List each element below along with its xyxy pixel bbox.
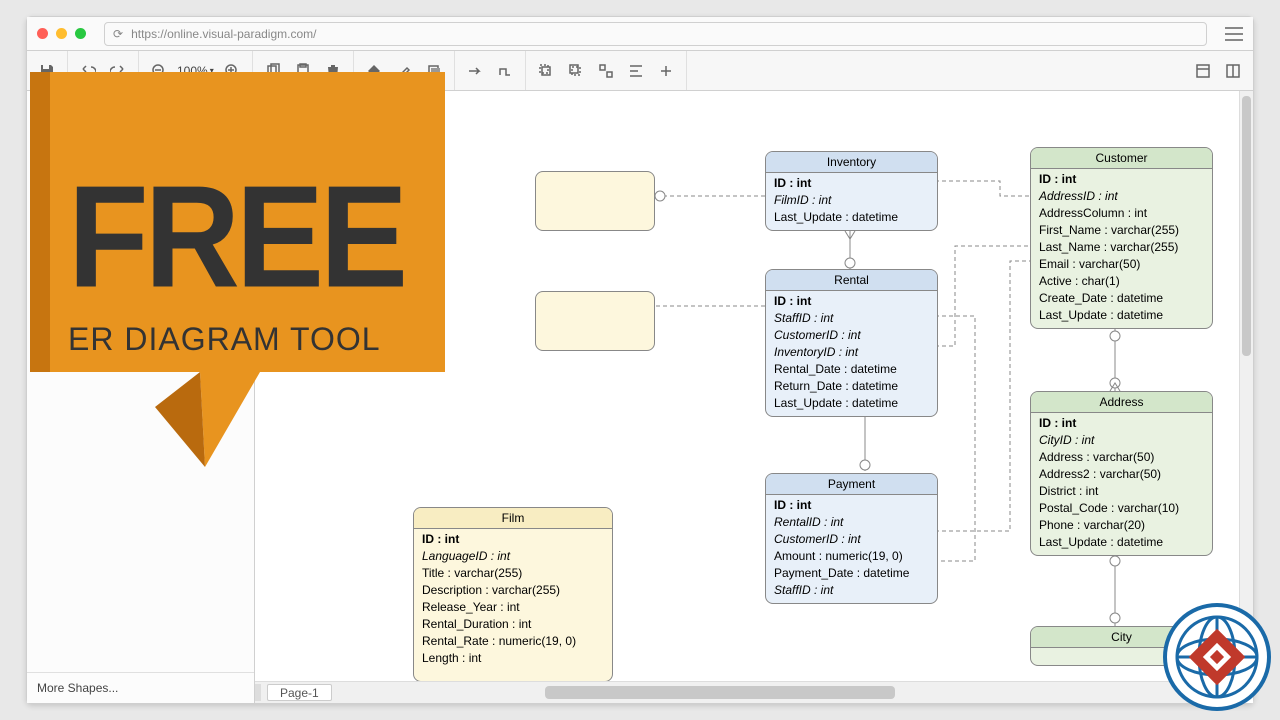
entity-field: StaffID : int <box>774 582 929 599</box>
entity-field: CustomerID : int <box>774 327 929 344</box>
delete-button[interactable] <box>319 57 347 85</box>
entity-field: Payment_Date : datetime <box>774 565 929 582</box>
entity-field: ID : int <box>774 497 929 514</box>
entity-field: Rental_Duration : int <box>422 616 604 633</box>
zoom-level[interactable]: 100%▾ <box>175 64 216 78</box>
save-button[interactable] <box>33 57 61 85</box>
entity-field: LanguageID : int <box>422 548 604 565</box>
panel-toggle-1-button[interactable] <box>1189 57 1217 85</box>
sidebar: Se En More Shapes... <box>27 91 255 703</box>
entity-field: Create_Date : datetime <box>1039 290 1204 307</box>
paste-button[interactable] <box>289 57 317 85</box>
fill-color-button[interactable] <box>360 57 388 85</box>
entity-field: Active : char(1) <box>1039 273 1204 290</box>
entity-hidden-2[interactable] <box>535 291 655 351</box>
toolbar: 100%▾ <box>27 51 1253 91</box>
entity-field: ID : int <box>1039 171 1204 188</box>
to-back-button[interactable] <box>562 57 590 85</box>
entity-field: Last_Name : varchar(255) <box>1039 239 1204 256</box>
entity-field: Last_Update : datetime <box>1039 307 1204 324</box>
entity-field: ID : int <box>774 293 929 310</box>
entity-field: CityID : int <box>1039 432 1204 449</box>
entity-title: Rental <box>766 270 937 291</box>
entity-field: ID : int <box>774 175 929 192</box>
entity-field: InventoryID : int <box>774 344 929 361</box>
browser-chrome: ⟳ https://online.visual-paradigm.com/ <box>27 17 1253 51</box>
more-shapes-button[interactable]: More Shapes... <box>27 672 254 703</box>
group-button[interactable] <box>592 57 620 85</box>
entity-field: StaffID : int <box>774 310 929 327</box>
canvas[interactable]: Inventory ID : intFilmID : intLast_Updat… <box>255 91 1253 703</box>
copy-button[interactable] <box>259 57 287 85</box>
entity-title: Inventory <box>766 152 937 173</box>
window-maximize-icon[interactable] <box>75 28 86 39</box>
zoom-out-button[interactable] <box>145 57 173 85</box>
shadow-button[interactable] <box>420 57 448 85</box>
entity-field: Title : varchar(255) <box>422 565 604 582</box>
app-window: ⟳ https://online.visual-paradigm.com/ 10… <box>26 16 1254 704</box>
horizontal-scrollbar[interactable]: Page-1 <box>255 681 1239 703</box>
entity-field: Phone : varchar(20) <box>1039 517 1204 534</box>
line-color-button[interactable] <box>390 57 418 85</box>
entity-title: Film <box>414 508 612 529</box>
vertical-scrollbar[interactable] <box>1239 91 1253 681</box>
entity-hidden-1[interactable] <box>535 171 655 231</box>
entity-field: ID : int <box>422 531 604 548</box>
entity-field: Rental_Date : datetime <box>774 361 929 378</box>
entity-payment[interactable]: Payment ID : intRentalID : intCustomerID… <box>765 473 938 604</box>
entity-field: FilmID : int <box>774 192 929 209</box>
entity-film[interactable]: Film ID : intLanguageID : intTitle : var… <box>413 507 613 682</box>
entity-field: Last_Update : datetime <box>774 395 929 412</box>
zoom-in-button[interactable] <box>218 57 246 85</box>
waypoint-style-button[interactable] <box>491 57 519 85</box>
align-button[interactable] <box>622 57 650 85</box>
shape-palette <box>27 153 254 179</box>
reload-icon[interactable]: ⟳ <box>113 27 123 41</box>
entity-shape-yellow[interactable] <box>35 157 65 175</box>
entity-field: Amount : numeric(19, 0) <box>774 548 929 565</box>
entity-field: AddressColumn : int <box>1039 205 1204 222</box>
window-close-icon[interactable] <box>37 28 48 39</box>
entity-title: Payment <box>766 474 937 495</box>
entity-rental[interactable]: Rental ID : intStaffID : intCustomerID :… <box>765 269 938 417</box>
entity-field: Return_Date : datetime <box>774 378 929 395</box>
add-button[interactable] <box>652 57 680 85</box>
entity-field: First_Name : varchar(255) <box>1039 222 1204 239</box>
url-text: https://online.visual-paradigm.com/ <box>131 27 316 41</box>
entity-field: CustomerID : int <box>774 531 929 548</box>
entity-title: Address <box>1031 392 1212 413</box>
redo-button[interactable] <box>104 57 132 85</box>
entity-customer[interactable]: Customer ID : intAddressID : intAddressC… <box>1030 147 1213 329</box>
entity-field: Address2 : varchar(50) <box>1039 466 1204 483</box>
entity-field: District : int <box>1039 483 1204 500</box>
entity-field: Rental_Rate : numeric(19, 0) <box>422 633 604 650</box>
brand-logo-icon <box>1162 602 1272 712</box>
search-input[interactable]: Se <box>33 97 248 121</box>
entity-field: Address : varchar(50) <box>1039 449 1204 466</box>
connector-style-button[interactable] <box>461 57 489 85</box>
panel-toggle-2-button[interactable] <box>1219 57 1247 85</box>
to-front-button[interactable] <box>532 57 560 85</box>
page-tab[interactable]: Page-1 <box>267 684 332 701</box>
shape-category[interactable]: En <box>27 127 254 153</box>
entity-field: AddressID : int <box>1039 188 1204 205</box>
menu-icon[interactable] <box>1225 27 1243 41</box>
entity-field: Last_Update : datetime <box>774 209 929 226</box>
entity-field: Last_Update : datetime <box>1039 534 1204 551</box>
entity-field: ID : int <box>1039 415 1204 432</box>
entity-field: Postal_Code : varchar(10) <box>1039 500 1204 517</box>
undo-button[interactable] <box>74 57 102 85</box>
entity-field: Release_Year : int <box>422 599 604 616</box>
entity-title: Customer <box>1031 148 1212 169</box>
entity-address[interactable]: Address ID : intCityID : intAddress : va… <box>1030 391 1213 556</box>
window-minimize-icon[interactable] <box>56 28 67 39</box>
entity-field: RentalID : int <box>774 514 929 531</box>
entity-field: Length : int <box>422 650 604 667</box>
entity-inventory[interactable]: Inventory ID : intFilmID : intLast_Updat… <box>765 151 938 231</box>
entity-field: Description : varchar(255) <box>422 582 604 599</box>
entity-shape-green[interactable] <box>71 157 101 175</box>
entity-field: Email : varchar(50) <box>1039 256 1204 273</box>
address-bar[interactable]: ⟳ https://online.visual-paradigm.com/ <box>104 22 1207 46</box>
